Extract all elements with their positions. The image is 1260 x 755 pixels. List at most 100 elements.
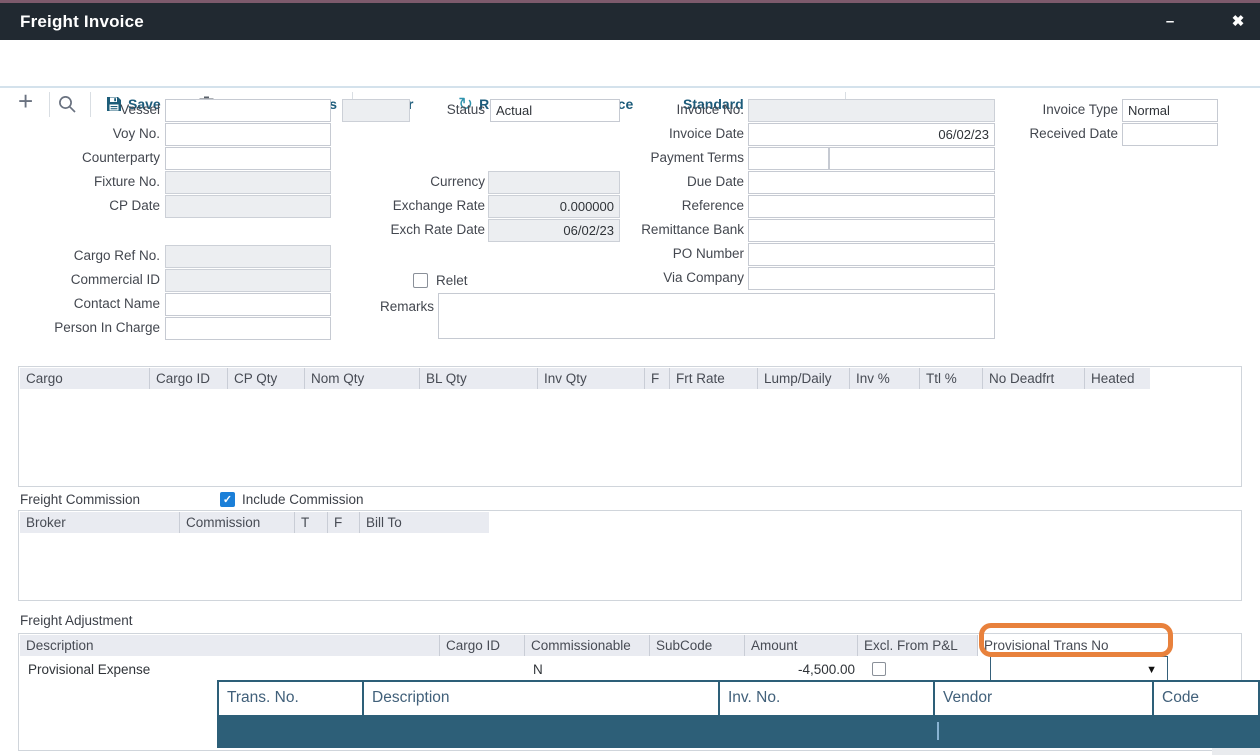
commission-table: Broker Commission T F Bill To <box>18 510 1242 601</box>
via-company-label: Via Company <box>600 267 744 289</box>
scrollbar-corner <box>1212 748 1260 755</box>
voy-no-field[interactable] <box>165 123 331 146</box>
trans-no-dropdown-header: Trans. No. Description Inv. No. Vendor C… <box>217 680 1260 715</box>
text-caret <box>937 722 939 740</box>
dropdown-row-selected[interactable] <box>217 715 1260 748</box>
invoice-date-field[interactable]: 06/02/23 <box>748 123 995 146</box>
provisional-trans-no-combobox[interactable]: ▼ <box>990 656 1168 681</box>
invoice-no-label: Invoice No. <box>600 99 744 121</box>
cp-date-field <box>165 195 331 218</box>
dropdown-column-header: Trans. No. <box>219 682 364 715</box>
column-header: Frt Rate <box>670 368 758 389</box>
chevron-down-icon: ▼ <box>1146 665 1157 676</box>
minimize-button[interactable]: – <box>1152 3 1188 40</box>
relet-label: Relet <box>436 270 496 292</box>
reference-field[interactable] <box>748 195 995 218</box>
cargo-table-header: Cargo Cargo ID CP Qty Nom Qty BL Qty Inv… <box>20 368 1150 389</box>
received-date-field[interactable] <box>1122 123 1218 146</box>
adjustment-amount-cell: -4,500.00 <box>655 658 855 682</box>
column-header: Nom Qty <box>305 368 420 389</box>
reference-label: Reference <box>600 195 744 217</box>
column-header: SubCode <box>650 635 745 656</box>
column-header: BL Qty <box>420 368 538 389</box>
column-header: Inv % <box>850 368 920 389</box>
fixture-no-label: Fixture No. <box>0 171 160 193</box>
exch-rate-date-label: Exch Rate Date <box>330 219 485 241</box>
fixture-no-field <box>165 171 331 194</box>
column-header: F <box>328 512 360 533</box>
exchange-rate-label: Exchange Rate <box>330 195 485 217</box>
column-header: No Deadfrt <box>983 368 1085 389</box>
currency-label: Currency <box>330 171 485 193</box>
column-header: Lump/Daily <box>758 368 850 389</box>
freight-invoice-window: Freight Invoice – ✖ + Save Add Details <box>0 0 1260 755</box>
commercial-id-label: Commercial ID <box>0 269 160 291</box>
dropdown-column-header: Code <box>1154 682 1258 715</box>
contact-name-field[interactable] <box>165 293 331 316</box>
invoice-type-label: Invoice Type <box>1010 99 1118 121</box>
received-date-label: Received Date <box>1010 123 1118 145</box>
column-header: T <box>295 512 328 533</box>
column-header: Commission <box>180 512 295 533</box>
column-header: Ttl % <box>920 368 983 389</box>
invoice-no-field <box>748 99 995 122</box>
close-button[interactable]: ✖ <box>1220 3 1256 40</box>
contact-name-label: Contact Name <box>0 293 160 315</box>
invoice-date-label: Invoice Date <box>600 123 744 145</box>
counterparty-label: Counterparty <box>0 147 160 169</box>
cp-date-label: CP Date <box>0 195 160 217</box>
payment-terms-label: Payment Terms <box>600 147 744 169</box>
status-label: Status <box>330 99 485 121</box>
freight-commission-section-label: Freight Commission <box>20 489 140 511</box>
due-date-label: Due Date <box>600 171 744 193</box>
column-header: Cargo ID <box>150 368 228 389</box>
due-date-field[interactable] <box>748 171 995 194</box>
payment-terms-desc-field[interactable] <box>829 147 995 170</box>
column-header-provisional-trans-no: Provisional Trans No <box>978 635 1143 656</box>
dropdown-column-header: Description <box>364 682 720 715</box>
voy-no-label: Voy No. <box>0 123 160 145</box>
po-number-field[interactable] <box>748 243 995 266</box>
dropdown-column-header: Inv. No. <box>720 682 935 715</box>
column-header: Cargo <box>20 368 150 389</box>
remarks-field[interactable] <box>438 293 995 339</box>
person-in-charge-label: Person In Charge <box>0 317 160 339</box>
column-header: Broker <box>20 512 180 533</box>
vessel-label: Vessel <box>0 99 160 121</box>
adjustment-table-header: Description Cargo ID Commissionable SubC… <box>20 635 1143 656</box>
adjustment-description-cell: Provisional Expense <box>28 658 150 682</box>
column-header: Cargo ID <box>440 635 525 656</box>
column-header: Inv Qty <box>538 368 645 389</box>
include-commission-checkbox[interactable]: ✓ <box>220 492 235 507</box>
column-header: Description <box>20 635 440 656</box>
commercial-id-field <box>165 269 331 292</box>
toolbar: + Save Add Details Header ↻ <box>0 40 1260 88</box>
person-in-charge-field[interactable] <box>165 317 331 340</box>
column-header: Excl. From P&L <box>858 635 978 656</box>
counterparty-field[interactable] <box>165 147 331 170</box>
remittance-bank-field[interactable] <box>748 219 995 242</box>
column-header: Commissionable <box>525 635 650 656</box>
via-company-field[interactable] <box>748 267 995 290</box>
remittance-bank-label: Remittance Bank <box>600 219 744 241</box>
cargo-table: Cargo Cargo ID CP Qty Nom Qty BL Qty Inv… <box>18 366 1242 487</box>
column-header: Amount <box>745 635 858 656</box>
remarks-label: Remarks <box>330 296 434 318</box>
vessel-field[interactable] <box>165 99 331 122</box>
invoice-type-field[interactable]: Normal <box>1122 99 1218 122</box>
commission-table-header: Broker Commission T F Bill To <box>20 512 489 533</box>
cargo-ref-no-field <box>165 245 331 268</box>
po-number-label: PO Number <box>600 243 744 265</box>
include-commission-label: Include Commission <box>242 489 364 511</box>
adjustment-commissionable-cell: N <box>533 658 543 682</box>
cargo-ref-no-label: Cargo Ref No. <box>0 245 160 267</box>
dropdown-column-header: Vendor <box>935 682 1154 715</box>
freight-adjustment-section-label: Freight Adjustment <box>20 610 133 632</box>
window-title: Freight Invoice <box>20 3 144 40</box>
column-header: Heated <box>1085 368 1150 389</box>
relet-checkbox[interactable] <box>413 273 428 288</box>
column-header: CP Qty <box>228 368 305 389</box>
column-header: F <box>645 368 670 389</box>
excl-from-pl-checkbox[interactable] <box>872 662 886 676</box>
payment-terms-code-field[interactable] <box>748 147 829 170</box>
